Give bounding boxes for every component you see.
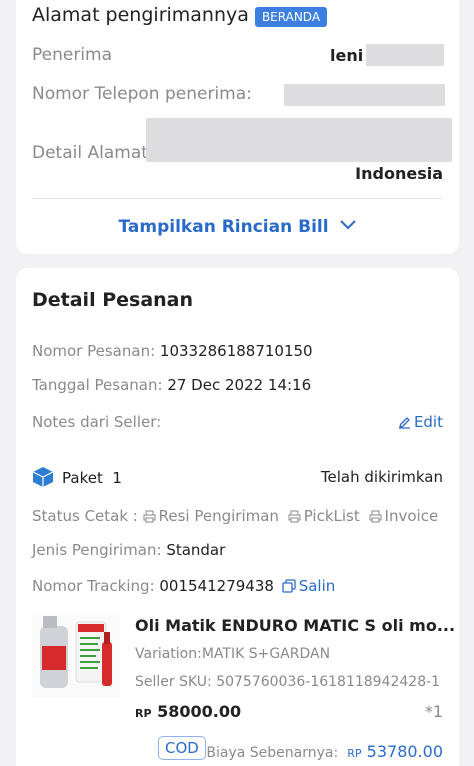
chevron-down-icon — [339, 220, 356, 230]
seller-notes-label: Notes dari Seller: — [32, 413, 162, 431]
order-detail-card: Detail Pesanan Nomor Pesanan: 1033286188… — [16, 268, 459, 766]
address-detail-masked — [146, 118, 452, 162]
address-country: Indonesia — [355, 164, 443, 183]
address-detail-label: Detail Alamat — [32, 143, 148, 163]
product-price: RP 58000.00 — [135, 702, 241, 721]
product-variation: Variation:MATIK S+GARDAN — [135, 646, 331, 662]
product-name[interactable]: Oli Matik ENDURO MATIC S oli mo... — [135, 616, 455, 635]
order-number-label: Nomor Pesanan: — [32, 342, 160, 360]
print-resi-link[interactable]: Resi Pengiriman — [143, 507, 279, 525]
cod-badge: COD — [158, 736, 206, 760]
shipping-type-value: Standar — [166, 541, 226, 559]
copy-icon — [282, 579, 296, 593]
copy-tracking-button[interactable]: Salin — [282, 577, 336, 595]
price-value: 58000.00 — [157, 702, 242, 721]
order-date-row: Tanggal Pesanan: 27 Dec 2022 14:16 — [32, 376, 311, 394]
show-bill-details-label: Tampilkan Rincian Bill — [118, 217, 329, 237]
print-status-label: Status Cetak : — [32, 507, 143, 525]
package-row: Paket 1 — [32, 466, 122, 488]
package-number: 1 — [112, 469, 122, 487]
print-invoice-link[interactable]: Invoice — [369, 507, 439, 525]
printer-icon — [288, 510, 301, 523]
address-title-text: Alamat pengirimannya — [32, 4, 249, 26]
cod-label: COD — [158, 736, 206, 760]
printer-icon — [143, 510, 156, 523]
order-number-row: Nomor Pesanan: 1033286188710150 — [32, 342, 313, 360]
show-bill-details-button[interactable]: Tampilkan Rincian Bill — [16, 217, 459, 237]
phone-masked — [284, 84, 445, 106]
package-status: Telah dikirimkan — [320, 468, 443, 486]
order-date-label: Tanggal Pesanan: — [32, 376, 168, 394]
actual-cost-value: 53780.00 — [366, 742, 443, 761]
price-currency: RP — [135, 707, 152, 720]
tracking-value: 001541279438 — [159, 577, 274, 595]
print-status-row: Status Cetak : Resi Pengiriman PickList … — [32, 507, 438, 525]
order-detail-title: Detail Pesanan — [32, 289, 194, 311]
shipping-type-label: Jenis Pengiriman: — [32, 541, 167, 559]
home-badge: BERANDA — [254, 7, 328, 27]
divider — [32, 198, 443, 199]
tracking-label: Nomor Tracking: — [32, 577, 160, 595]
print-picklist-label: PickList — [303, 507, 360, 525]
product-seller-sku: Seller SKU: 5075760036-1618118942428-1 — [135, 674, 441, 690]
print-resi-label: Resi Pengiriman — [158, 507, 279, 525]
pencil-icon — [398, 417, 410, 429]
product-image — [32, 612, 120, 698]
edit-label: Edit — [413, 413, 443, 431]
recipient-label: Penerima — [32, 45, 113, 65]
package-box-icon — [32, 467, 54, 487]
edit-notes-button[interactable]: Edit — [398, 413, 443, 431]
package-label: Paket — [62, 469, 103, 487]
shipping-address-card: Alamat pengirimannya BERANDA Penerima le… — [16, 0, 459, 254]
actual-cost-label: Biaya Sebenarnya: — [206, 745, 339, 761]
actual-cost-row: Biaya Sebenarnya: RP 53780.00 — [206, 742, 443, 761]
order-number-value: 1033286188710150 — [159, 342, 313, 360]
print-invoice-label: Invoice — [384, 507, 439, 525]
copy-label: Salin — [298, 577, 336, 595]
recipient-masked — [366, 44, 444, 66]
tracking-row: Nomor Tracking: 001541279438 Salin — [32, 577, 335, 595]
phone-label: Nomor Telepon penerima: — [32, 84, 252, 104]
printer-icon — [369, 510, 382, 523]
address-title: Alamat pengirimannya BERANDA — [32, 4, 328, 27]
order-date-value: 27 Dec 2022 14:16 — [167, 376, 312, 394]
print-picklist-link[interactable]: PickList — [288, 507, 360, 525]
shipping-type-row: Jenis Pengiriman: Standar — [32, 541, 225, 559]
actual-cost-currency: RP — [347, 747, 362, 760]
product-quantity: *1 — [424, 702, 443, 721]
